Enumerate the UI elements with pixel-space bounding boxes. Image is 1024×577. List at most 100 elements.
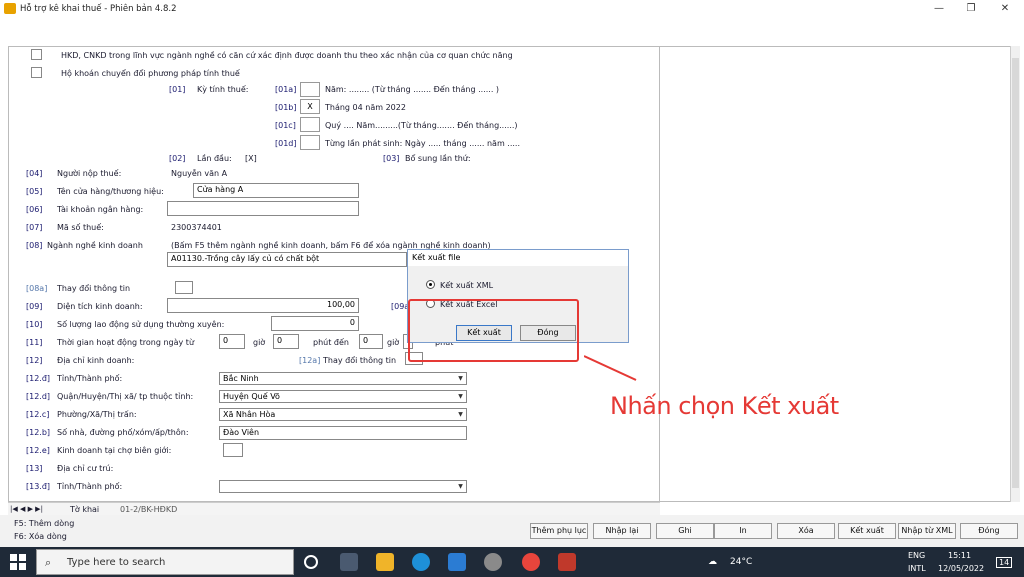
app-icon-gray[interactable] xyxy=(484,553,502,571)
code-12: [12] xyxy=(26,356,43,365)
tab-nav-arrows[interactable]: |◀ ◀ ▶ ▶| xyxy=(10,505,43,513)
nguoi-nop-value: Nguyễn văn A xyxy=(171,169,228,178)
notification-badge[interactable]: 14 xyxy=(996,557,1013,568)
lao-dong-input[interactable]: 0 xyxy=(271,316,359,331)
lang-intl[interactable]: INTL xyxy=(908,564,926,573)
hkd-label: HKD, CNKD trong lĩnh vực ngành nghề có c… xyxy=(61,51,513,60)
minimize-button[interactable]: — xyxy=(932,2,946,16)
p01b-box[interactable]: X xyxy=(300,99,320,114)
p01c-text: Quý .... Năm.........(Từ tháng....... Đế… xyxy=(325,121,518,130)
chrome-icon[interactable] xyxy=(522,553,540,571)
hokhoan-checkbox[interactable] xyxy=(31,67,42,78)
ket-xuat-button[interactable]: Kết xuất xyxy=(838,523,896,539)
task-view-icon[interactable] xyxy=(340,553,358,571)
hkd-checkbox[interactable] xyxy=(31,49,42,60)
dia-chi-label: Địa chỉ kinh doanh: xyxy=(57,356,135,365)
code-01a: [01a] xyxy=(275,85,297,94)
thay-doi-checkbox[interactable] xyxy=(175,281,193,294)
nhap-lai-button[interactable]: Nhập lại xyxy=(593,523,651,539)
bien-gioi-checkbox[interactable] xyxy=(223,443,243,457)
dien-tich-input[interactable]: 100,00 xyxy=(167,298,359,313)
them-phu-luc-button[interactable]: Thêm phụ lục xyxy=(530,523,588,539)
p01c-box[interactable] xyxy=(300,117,320,132)
dien-tich-label: Diện tích kinh doanh: xyxy=(57,302,143,311)
tinh-value: Bắc Ninh xyxy=(223,374,259,383)
windows-start-icon[interactable] xyxy=(10,554,26,570)
chevron-down-icon[interactable]: ▼ xyxy=(456,374,465,383)
in-button[interactable]: In xyxy=(714,523,772,539)
code-05: [05] xyxy=(26,187,43,196)
ky-tinh-thue-label: Kỳ tính thuế: xyxy=(197,85,249,94)
ghi-button[interactable]: Ghi xyxy=(656,523,714,539)
tinh-select[interactable]: Bắc Ninh ▼ xyxy=(219,372,467,385)
taskbar-search[interactable]: ⌕ Type here to search xyxy=(36,549,294,575)
chevron-down-icon[interactable]: ▼ xyxy=(456,410,465,419)
maximize-button[interactable]: ❐ xyxy=(964,2,978,16)
code-02: [02] xyxy=(169,154,186,163)
p01b-text: Tháng 04 năm 2022 xyxy=(325,103,406,112)
xoa-button[interactable]: Xóa xyxy=(777,523,835,539)
htkk-taskbar-icon[interactable] xyxy=(558,553,576,571)
tai-khoan-input[interactable] xyxy=(167,201,359,216)
hint-f6: F6: Xóa dòng xyxy=(14,532,67,541)
radio-xml[interactable] xyxy=(426,280,435,289)
gio-tu-input[interactable]: 0 xyxy=(219,334,245,349)
search-icon: ⌕ xyxy=(45,556,52,569)
radio-xml-label[interactable]: Kết xuất XML xyxy=(440,281,493,290)
phut-tu-input[interactable]: 0 xyxy=(273,334,299,349)
phuong-select[interactable]: Xã Nhân Hòa ▼ xyxy=(219,408,467,421)
phuong-value: Xã Nhân Hòa xyxy=(223,410,276,419)
p01a-text: Năm: ........ (Từ tháng ....... Đến thán… xyxy=(325,85,500,94)
p01a-box[interactable] xyxy=(300,82,320,97)
gio-den-input[interactable]: 0 xyxy=(359,334,383,349)
code-01c: [01c] xyxy=(275,121,296,130)
tai-khoan-label: Tài khoản ngân hàng: xyxy=(57,205,144,214)
weather-icon[interactable]: ☁ xyxy=(708,557,717,567)
lang-eng[interactable]: ENG xyxy=(908,551,925,560)
code-01d: [01d] xyxy=(275,139,297,148)
code-08a: [08a] xyxy=(26,284,48,293)
so-nha-input[interactable]: Đào Viên xyxy=(219,426,467,440)
file-explorer-icon[interactable] xyxy=(376,553,394,571)
hokhoan-label: Hộ khoán chuyển đổi phương pháp tính thu… xyxy=(61,69,240,78)
close-button[interactable]: ✕ xyxy=(998,2,1012,16)
quan-select[interactable]: Huyện Quế Võ ▼ xyxy=(219,390,467,403)
code-11: [11] xyxy=(26,338,43,347)
code-06: [06] xyxy=(26,205,43,214)
vertical-scrollbar[interactable] xyxy=(1010,46,1020,502)
code-12d2: [12.d] xyxy=(26,392,51,401)
tab-bk-hdkd[interactable]: 01-2/BK-HĐKD xyxy=(120,505,177,514)
chevron-down-icon[interactable]: ▼ xyxy=(456,392,465,401)
lan-dau-value: [X] xyxy=(245,154,257,163)
cu-tru-label: Địa chỉ cư trú: xyxy=(57,464,114,473)
code-03: [03] xyxy=(383,154,400,163)
nganh-nghe-input[interactable]: A01130.-Trồng cây lấy củ có chất bột xyxy=(167,252,407,267)
code-12a: [12a] xyxy=(299,356,321,365)
gio-label-2: giờ xyxy=(387,338,400,347)
tinh2-select[interactable]: ▼ xyxy=(219,480,467,493)
edge-icon[interactable] xyxy=(412,553,430,571)
nhap-tu-xml-button[interactable]: Nhập từ XML xyxy=(898,523,956,539)
lan-dau-label: Lần đầu: xyxy=(197,154,232,163)
mail-icon[interactable] xyxy=(448,553,466,571)
dong-button[interactable]: Đóng xyxy=(960,523,1018,539)
lao-dong-label: Số lượng lao động sử dụng thường xuyên: xyxy=(57,320,225,329)
annotation-line xyxy=(584,355,637,381)
mst-value: 2300374401 xyxy=(171,223,222,232)
code-04: [04] xyxy=(26,169,43,178)
p01d-box[interactable] xyxy=(300,135,320,150)
cortana-icon[interactable] xyxy=(304,555,318,569)
gio-label-1: giờ xyxy=(253,338,266,347)
thoi-gian-label: Thời gian hoạt động trong ngày từ xyxy=(57,338,195,347)
code-09: [09] xyxy=(26,302,43,311)
clock-time[interactable]: 15:11 xyxy=(948,551,971,560)
scrollbar-thumb[interactable] xyxy=(1012,58,1019,488)
nganh-nghe-label: Ngành nghề kinh doanh xyxy=(47,241,143,250)
temperature: 24°C xyxy=(730,557,753,567)
ten-cua-hang-label: Tên cửa hàng/thương hiệu: xyxy=(57,187,164,196)
clock-date[interactable]: 12/05/2022 xyxy=(938,564,984,573)
ten-cua-hang-input[interactable]: Cửa hàng A xyxy=(193,183,359,198)
chevron-down-icon[interactable]: ▼ xyxy=(456,482,465,491)
tab-to-khai[interactable]: Tờ khai xyxy=(70,505,99,514)
highlight-box xyxy=(408,299,579,362)
